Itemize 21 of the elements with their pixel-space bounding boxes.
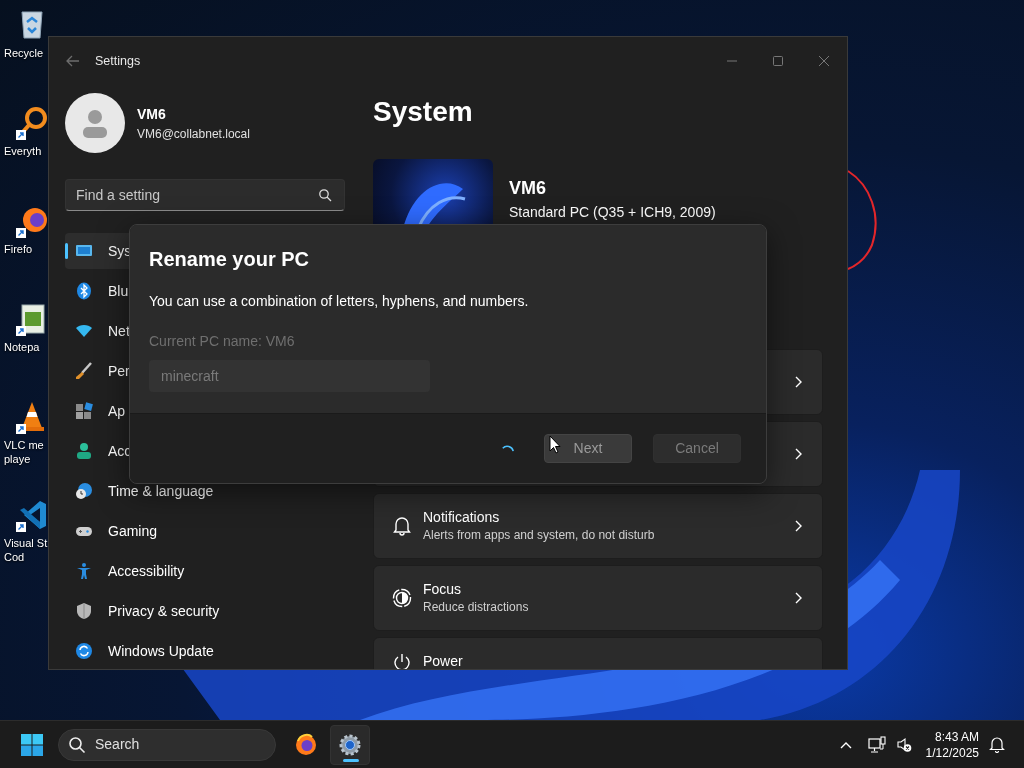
- desktop-icon-label: Everyth: [3, 144, 42, 158]
- desktop-icon-label: VLC me playe: [3, 438, 44, 466]
- row-subtitle: Reduce distractions: [423, 599, 530, 616]
- dialog-title: Rename your PC: [149, 247, 311, 272]
- page-title: System: [373, 95, 474, 129]
- account-name: VM6: [137, 104, 167, 124]
- desktop-icon-label: Firefo: [3, 242, 33, 256]
- desktop-icon-label: Notepa: [3, 340, 40, 354]
- dialog-description: You can use a combination of letters, hyphens, and numbers.: [149, 292, 530, 311]
- search-placeholder: Search: [95, 735, 140, 754]
- row-title: Power: [423, 652, 464, 669]
- field-label: Current PC name: VM6: [149, 332, 296, 351]
- window-title: Settings: [95, 52, 141, 70]
- desktop-icon-label: Recycle: [3, 46, 44, 60]
- row-title: Notifications: [423, 508, 501, 526]
- device-name: VM6: [509, 177, 547, 200]
- row-subtitle: Alerts from apps and system, do not disturb: [423, 527, 656, 544]
- row-title: Focus: [423, 580, 463, 598]
- device-model: Standard PC (Q35 + ICH9, 2009): [509, 203, 716, 222]
- desktop-icon-label: Visual St Cod: [3, 536, 48, 564]
- account-email: VM6@collabnet.local: [137, 125, 250, 143]
